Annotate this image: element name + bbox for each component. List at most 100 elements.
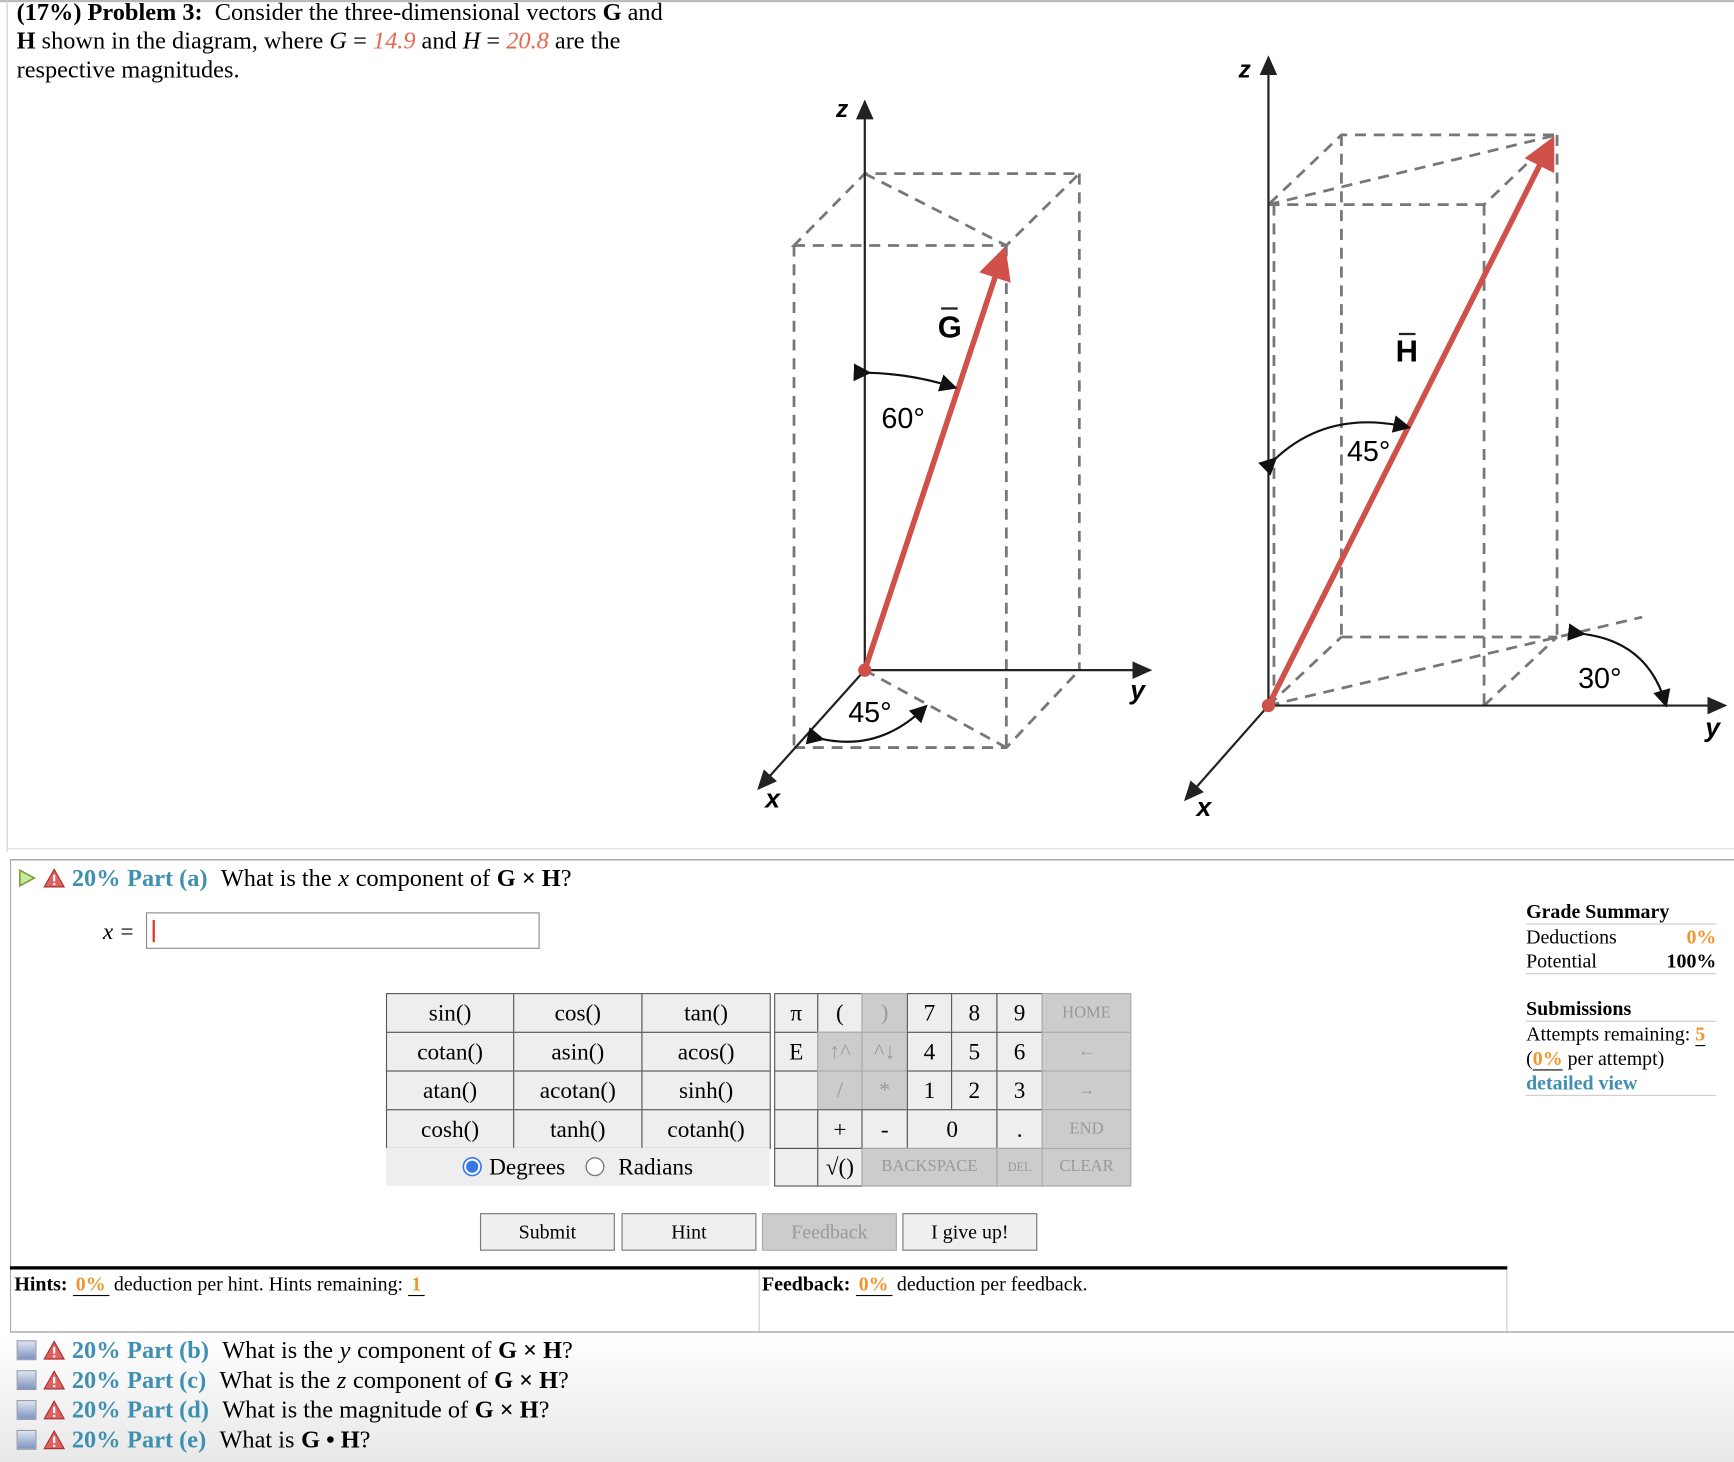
angle-60-label: 60° bbox=[881, 403, 924, 435]
key-right: → bbox=[1041, 1070, 1132, 1111]
feedback-label: Feedback: bbox=[761, 1272, 851, 1295]
key-pi[interactable]: π bbox=[774, 993, 819, 1033]
vector-diagram: z y x G 60° 45° z y x H 45° 30° bbox=[757, 55, 1728, 822]
degrees-radio-selected[interactable] bbox=[462, 1157, 483, 1177]
key-plus[interactable]: + bbox=[817, 1109, 863, 1149]
key-d9[interactable]: 9 bbox=[996, 993, 1043, 1033]
key-acos[interactable]: acos() bbox=[641, 1031, 771, 1072]
radians-radio[interactable] bbox=[585, 1157, 605, 1177]
collapsed-part-icon[interactable] bbox=[16, 1429, 37, 1450]
detailed-view-link[interactable]: detailed view bbox=[1526, 1070, 1717, 1096]
hint-button[interactable]: Hint bbox=[621, 1213, 757, 1251]
question-mark: ? bbox=[538, 1395, 550, 1424]
per-attempt-value: 0% bbox=[1532, 1047, 1563, 1071]
x-axis bbox=[757, 669, 866, 791]
key-d2[interactable]: 2 bbox=[951, 1070, 998, 1111]
give-up-button[interactable]: I give up! bbox=[902, 1213, 1038, 1251]
left-diagram: z y x G 60° 45° bbox=[757, 96, 1153, 813]
key-d7[interactable]: 7 bbox=[906, 993, 953, 1033]
hints-remaining: 1 bbox=[408, 1272, 425, 1297]
warning-icon bbox=[43, 1370, 66, 1390]
key-rparen: ) bbox=[861, 993, 908, 1033]
key-d8[interactable]: 8 bbox=[951, 993, 998, 1033]
answer-input[interactable] bbox=[145, 912, 540, 949]
question-text: What is the bbox=[220, 863, 332, 892]
key-d4[interactable]: 4 bbox=[906, 1031, 953, 1072]
part-item[interactable]: 20% Part (c) What is the z component of G × H… bbox=[16, 1365, 569, 1395]
part-label[interactable]: Part (e) bbox=[127, 1425, 206, 1454]
question-expr: G × H bbox=[494, 1365, 558, 1394]
key-atan[interactable]: atan() bbox=[385, 1070, 515, 1111]
key-e[interactable]: E bbox=[774, 1031, 819, 1072]
warning-icon bbox=[43, 1429, 66, 1450]
part-label[interactable]: Part (b) bbox=[127, 1336, 209, 1365]
question-text: What is the bbox=[219, 1365, 331, 1394]
key-d3[interactable]: 3 bbox=[996, 1070, 1043, 1111]
key-acotan[interactable]: acotan() bbox=[513, 1070, 643, 1111]
key-cotan[interactable]: cotan() bbox=[385, 1031, 515, 1072]
y-label: y bbox=[1128, 675, 1146, 705]
key-sqrt[interactable]: √() bbox=[817, 1147, 863, 1187]
question-var: z bbox=[336, 1365, 347, 1394]
question-mark: ? bbox=[557, 1365, 569, 1394]
key-d1[interactable]: 1 bbox=[906, 1070, 953, 1111]
question-mark: ? bbox=[560, 863, 572, 892]
key-blank bbox=[774, 1147, 819, 1187]
part-item[interactable]: 20% Part (d) What is the magnitude of G × H… bbox=[16, 1395, 550, 1425]
z-label: z bbox=[835, 96, 848, 123]
key-dot[interactable]: . bbox=[996, 1109, 1043, 1149]
key-tan[interactable]: tan() bbox=[641, 993, 771, 1033]
collapsed-part-icon[interactable] bbox=[16, 1340, 37, 1361]
question-text: What is the bbox=[222, 1335, 334, 1364]
degrees-label[interactable]: Degrees bbox=[489, 1153, 565, 1181]
deductions-value: 0% bbox=[1686, 925, 1717, 948]
hints-text: deduction per hint. Hints remaining: bbox=[113, 1272, 404, 1295]
key-cosh[interactable]: cosh() bbox=[385, 1109, 515, 1149]
question-mark: ? bbox=[359, 1425, 371, 1454]
key-asin[interactable]: asin() bbox=[513, 1031, 643, 1072]
question-mark: ? bbox=[562, 1335, 573, 1364]
question-var: y bbox=[339, 1335, 351, 1364]
key-cotanh[interactable]: cotanh() bbox=[641, 1109, 771, 1149]
angle-unit-selector: Degrees Radians bbox=[385, 1147, 770, 1186]
x-label: x bbox=[763, 783, 781, 813]
right-diagram: z y x H 45° 30° bbox=[1184, 55, 1728, 822]
part-item[interactable]: 20% Part (b) What is the y component of G × H… bbox=[16, 1335, 573, 1365]
radians-label[interactable]: Radians bbox=[618, 1153, 693, 1181]
part-label[interactable]: Part (c) bbox=[127, 1366, 206, 1395]
hints-info: Hints: 0% deduction per hint. Hints rema… bbox=[14, 1272, 425, 1297]
part-label: Part (a) bbox=[127, 863, 208, 892]
key-cos[interactable]: cos() bbox=[513, 993, 643, 1033]
key-minus[interactable]: - bbox=[861, 1109, 908, 1149]
part-label[interactable]: Part (d) bbox=[127, 1396, 209, 1425]
part-percent: 20% bbox=[71, 863, 121, 892]
x-axis bbox=[1184, 704, 1270, 802]
part-a-header[interactable]: 20% Part (a) What is the x component of … bbox=[17, 863, 572, 893]
question-expr: G × H bbox=[496, 863, 561, 892]
key-mul: * bbox=[861, 1070, 908, 1111]
key-lparen[interactable]: ( bbox=[817, 993, 863, 1033]
key-d0[interactable]: 0 bbox=[906, 1109, 998, 1149]
vector-g-arrow bbox=[862, 246, 1011, 672]
key-sin[interactable]: sin() bbox=[385, 993, 515, 1033]
key-d6[interactable]: 6 bbox=[996, 1031, 1043, 1072]
feedback-deduction: 0% bbox=[855, 1272, 892, 1297]
key-del: DEL bbox=[996, 1147, 1043, 1187]
expand-triangle-icon[interactable] bbox=[17, 868, 37, 888]
warning-icon bbox=[43, 1340, 66, 1360]
key-left: ← bbox=[1041, 1031, 1132, 1072]
bounding-box-dashed bbox=[1264, 133, 1643, 707]
hint-deduction: 0% bbox=[72, 1272, 109, 1297]
warning-icon bbox=[43, 1400, 66, 1420]
key-tanh[interactable]: tanh() bbox=[513, 1109, 643, 1149]
submit-button[interactable]: Submit bbox=[479, 1213, 615, 1251]
grade-summary: Grade Summary Deductions 0% Potential 100%… bbox=[1526, 899, 1717, 1096]
part-item[interactable]: 20% Part (e) What is G • H? bbox=[16, 1425, 371, 1454]
collapsed-part-icon[interactable] bbox=[16, 1370, 37, 1391]
question-var: x bbox=[338, 863, 350, 892]
key-down: ^↓ bbox=[861, 1031, 908, 1072]
key-sinh[interactable]: sinh() bbox=[641, 1070, 771, 1111]
collapsed-part-icon[interactable] bbox=[16, 1400, 37, 1420]
key-d5[interactable]: 5 bbox=[951, 1031, 998, 1072]
angle-30-label: 30° bbox=[1578, 663, 1621, 695]
